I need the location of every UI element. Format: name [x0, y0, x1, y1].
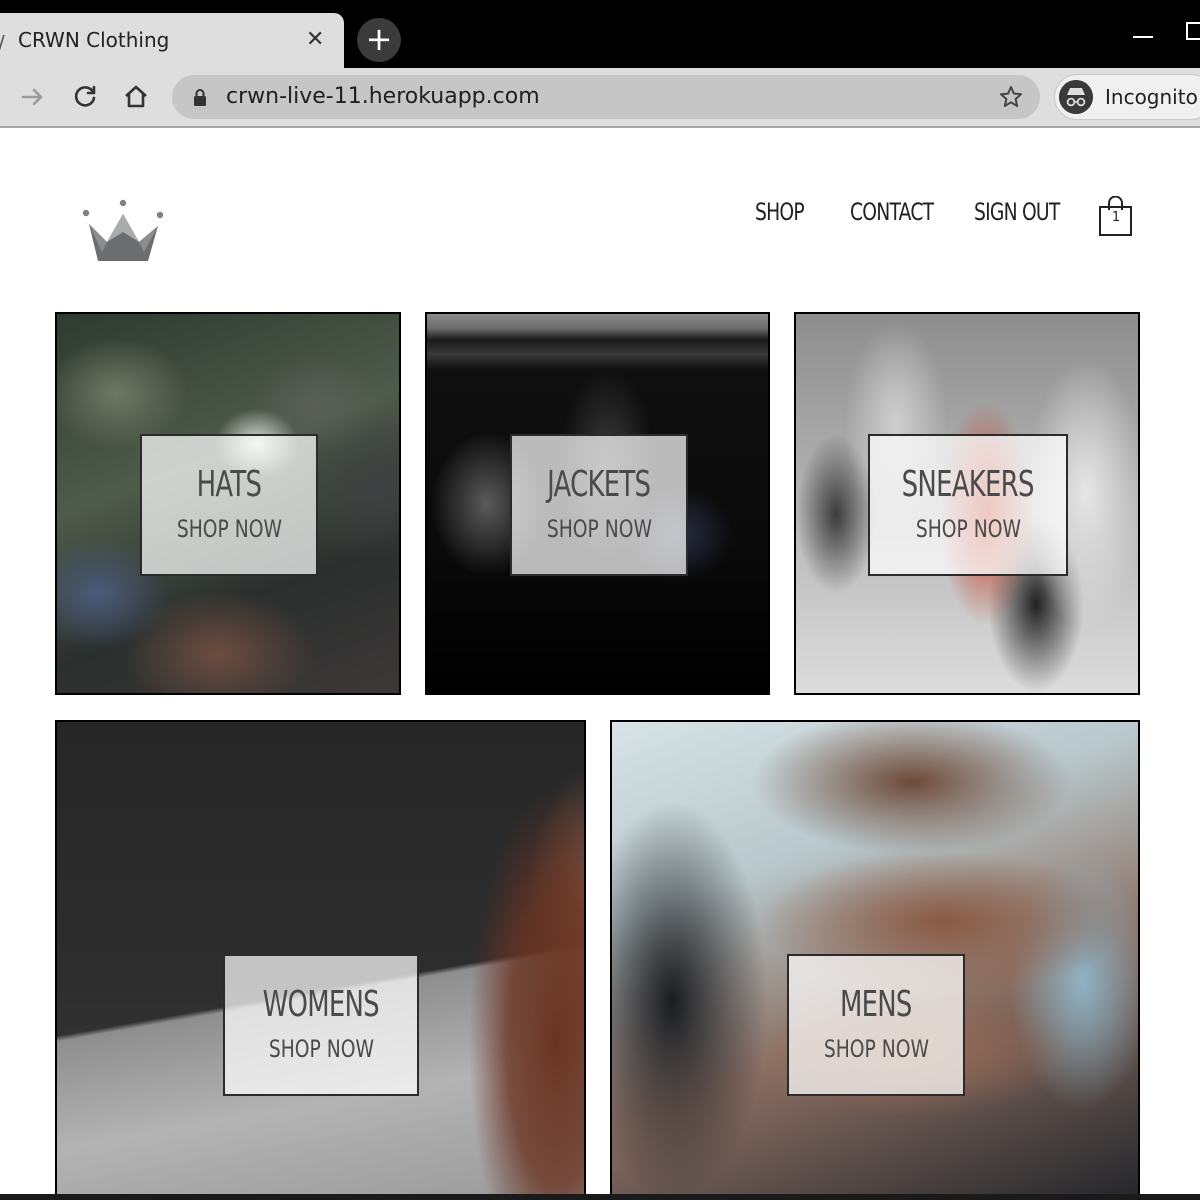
incognito-label: Incognito [1105, 85, 1198, 109]
forward-arrow-icon [21, 88, 43, 106]
category-label-box[interactable]: HATS SHOP NOW [140, 434, 318, 576]
url-text[interactable]: crwn-live-11.herokuapp.com [226, 84, 540, 109]
cart-button[interactable]: 1 [1097, 195, 1135, 238]
minimize-window-icon[interactable] [1133, 18, 1155, 48]
incognito-badge[interactable]: Incognito [1054, 74, 1200, 120]
browser-toolbar: crwn-live-11.herokuapp.com Incognito [0, 68, 1200, 126]
home-icon [125, 85, 147, 108]
category-tile-jackets[interactable]: JACKETS SHOP NOW [425, 312, 770, 695]
lock-icon [194, 89, 206, 106]
browser-tab[interactable]: / CRWN Clothing ✕ [0, 13, 344, 71]
toolbar-divider [0, 126, 1200, 128]
shop-now-label: SHOP NOW [268, 1035, 374, 1063]
cart-item-count: 1 [1111, 210, 1121, 225]
category-tile-hats[interactable]: HATS SHOP NOW [55, 312, 401, 695]
category-tile-womens[interactable]: WOMENS SHOP NOW [55, 720, 586, 1200]
tab-favicon-icon: / [0, 31, 5, 55]
category-title: WOMENS [262, 984, 380, 1025]
site-nav: SHOP CONTACT SIGN OUT [0, 198, 1200, 238]
incognito-icon [1059, 80, 1093, 114]
shop-now-label: SHOP NOW [176, 515, 282, 543]
category-label-box[interactable]: SNEAKERS SHOP NOW [868, 434, 1068, 576]
nav-link-contact[interactable]: CONTACT [850, 198, 934, 226]
forward-button[interactable] [8, 68, 58, 126]
nav-link-sign-out[interactable]: SIGN OUT [974, 198, 1060, 226]
reload-button[interactable] [60, 68, 110, 126]
tab-title: CRWN Clothing [18, 28, 170, 52]
window-bottom-edge [0, 1194, 1200, 1200]
browser-tabstrip: / CRWN Clothing ✕ + [0, 0, 1200, 71]
home-button[interactable] [111, 68, 161, 126]
category-label-box[interactable]: MENS SHOP NOW [787, 954, 965, 1096]
category-title: SNEAKERS [901, 464, 1035, 505]
maximize-window-icon[interactable] [1186, 22, 1200, 40]
shop-now-label: SHOP NOW [823, 1035, 929, 1063]
shop-now-label: SHOP NOW [546, 515, 652, 543]
category-label-box[interactable]: JACKETS SHOP NOW [510, 434, 688, 576]
tab-close-icon[interactable]: ✕ [306, 27, 324, 52]
category-title: JACKETS [547, 464, 651, 505]
category-title: HATS [196, 464, 262, 505]
category-title: MENS [840, 984, 912, 1025]
address-bar[interactable]: crwn-live-11.herokuapp.com [172, 75, 1040, 119]
new-tab-button[interactable]: + [357, 18, 401, 62]
category-label-box[interactable]: WOMENS SHOP NOW [223, 954, 419, 1096]
nav-link-shop[interactable]: SHOP [755, 198, 805, 226]
bookmark-star-icon[interactable] [998, 84, 1024, 110]
shop-now-label: SHOP NOW [915, 515, 1021, 543]
reload-icon [74, 85, 96, 107]
category-tile-mens[interactable]: MENS SHOP NOW [610, 720, 1140, 1200]
category-tile-sneakers[interactable]: SNEAKERS SHOP NOW [794, 312, 1140, 695]
